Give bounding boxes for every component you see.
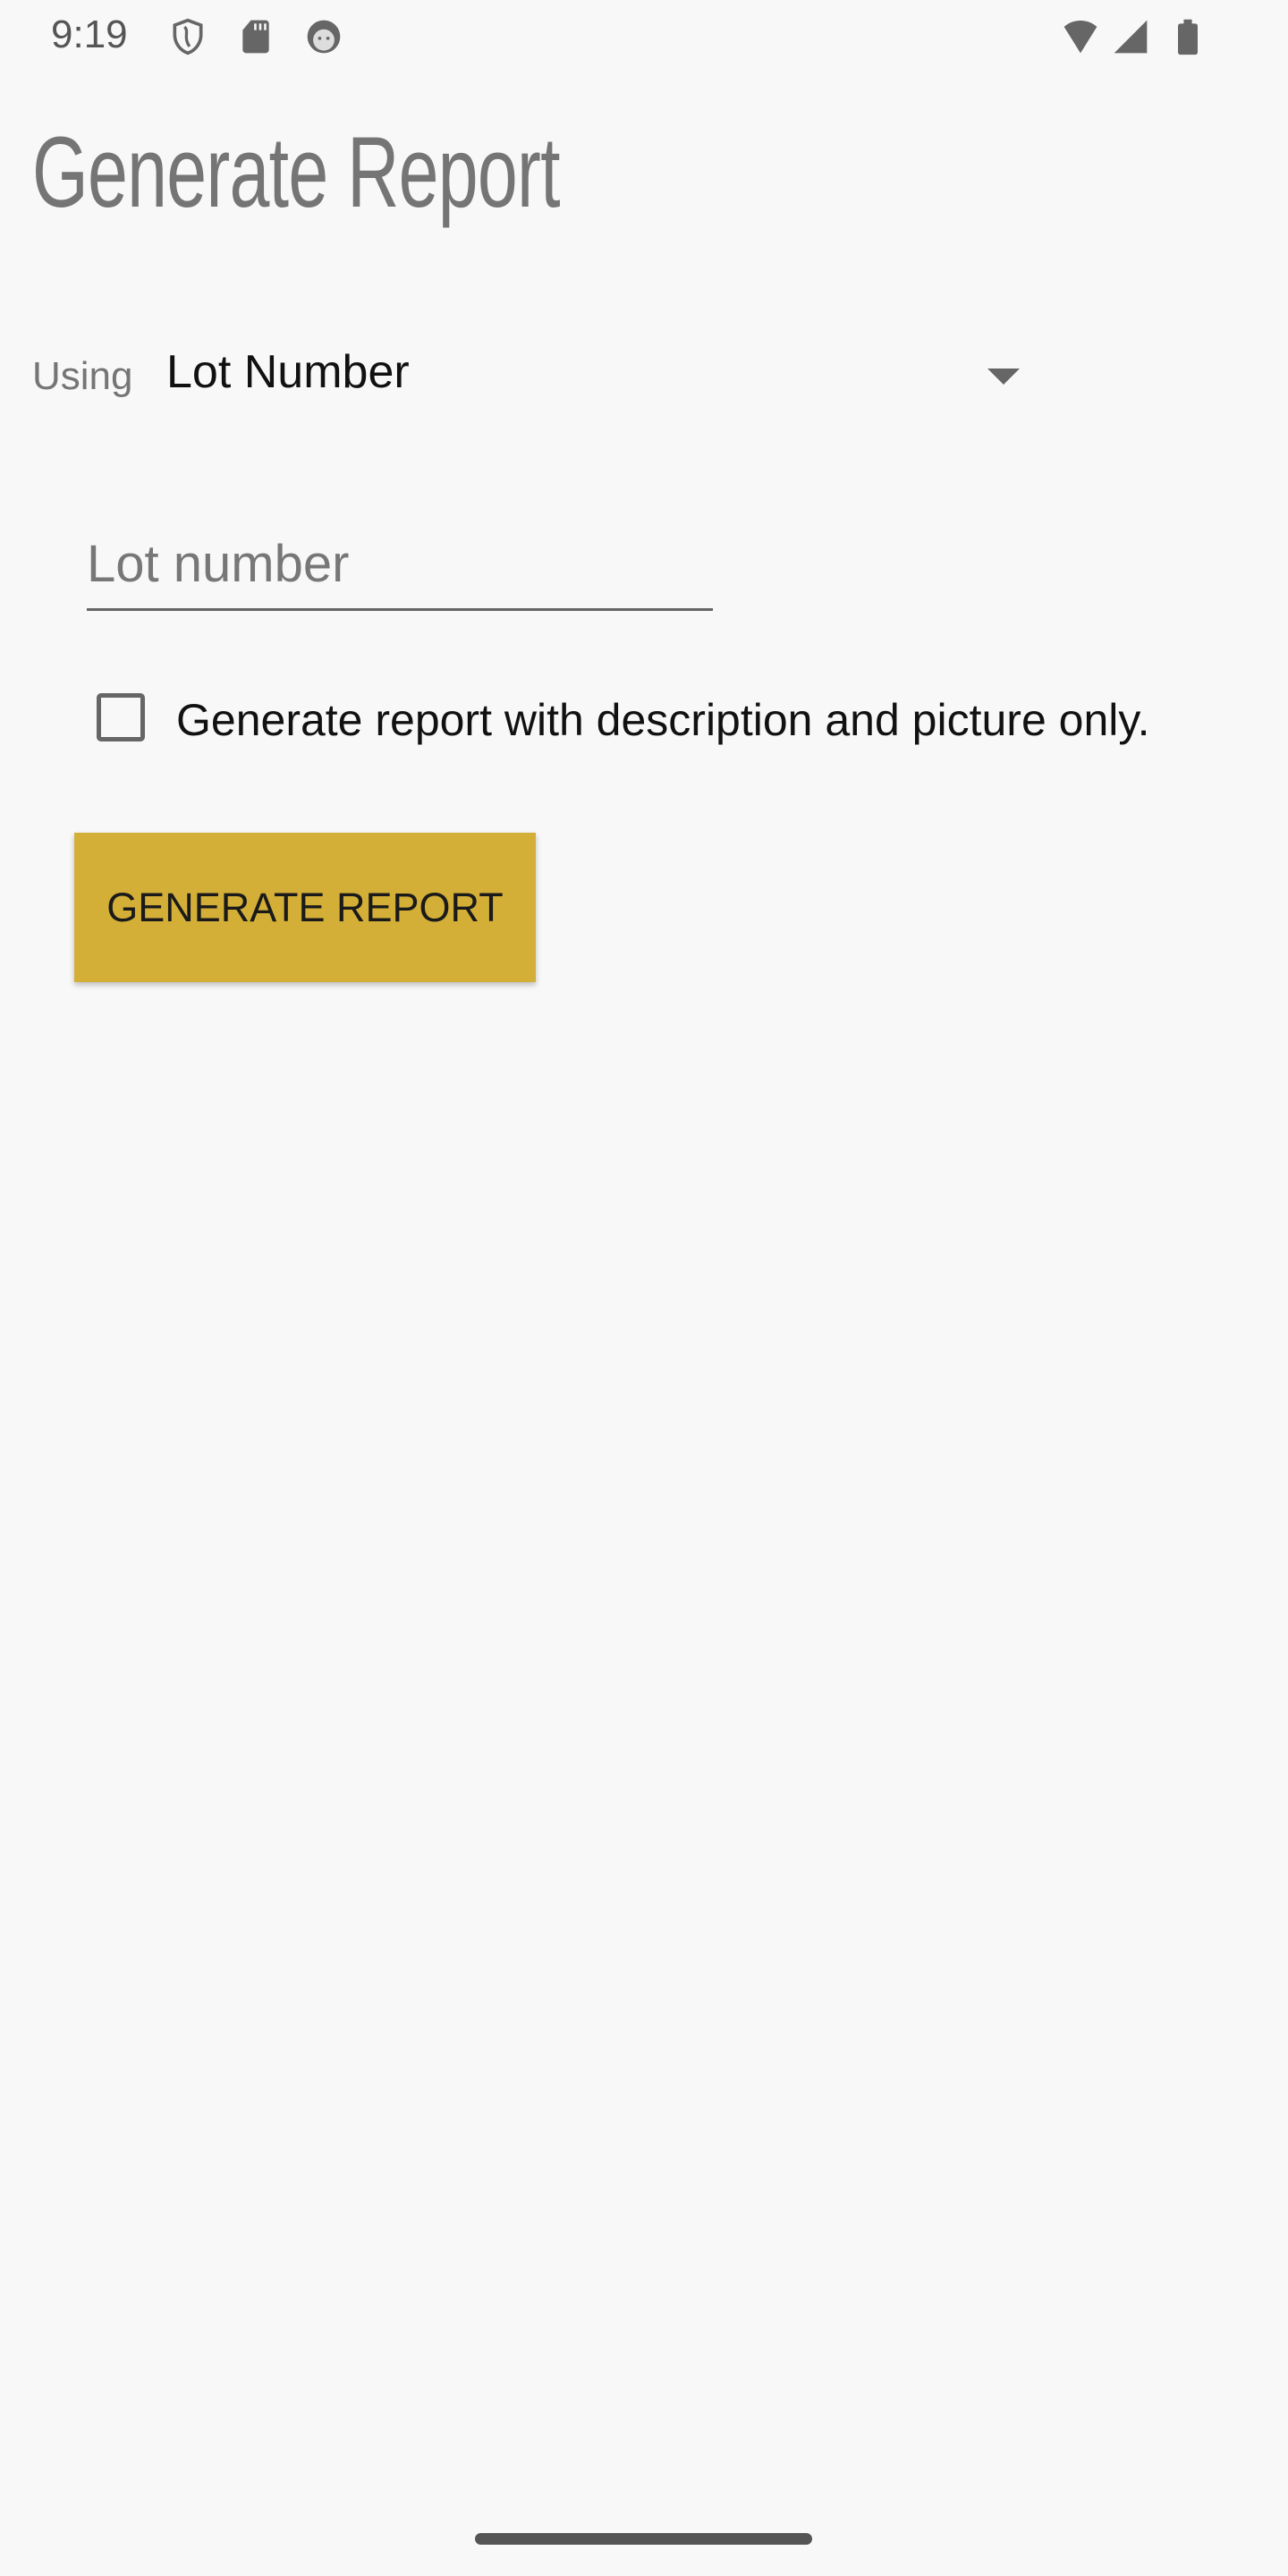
dropdown-arrow-icon xyxy=(987,369,1020,385)
checkbox-label[interactable]: Generate report with description and pic… xyxy=(176,694,1150,746)
battery-icon xyxy=(1178,19,1198,55)
using-label: Using xyxy=(32,354,133,398)
home-indicator[interactable] xyxy=(475,2533,812,2545)
dropdown-selected-value: Lot Number xyxy=(166,346,410,398)
description-picture-only-checkbox[interactable] xyxy=(97,693,145,741)
status-time: 9:19 xyxy=(51,13,128,56)
sd-card-icon xyxy=(242,20,269,54)
wifi-icon xyxy=(1063,20,1097,54)
report-type-dropdown[interactable]: Lot Number xyxy=(166,345,1025,408)
signal-icon xyxy=(1114,20,1148,54)
page-title: Generate Report xyxy=(32,116,561,228)
generate-report-button[interactable]: GENERATE REPORT xyxy=(74,833,536,982)
shield-icon xyxy=(173,18,203,55)
cat-face-icon xyxy=(307,20,341,54)
lot-number-input[interactable] xyxy=(87,519,713,611)
